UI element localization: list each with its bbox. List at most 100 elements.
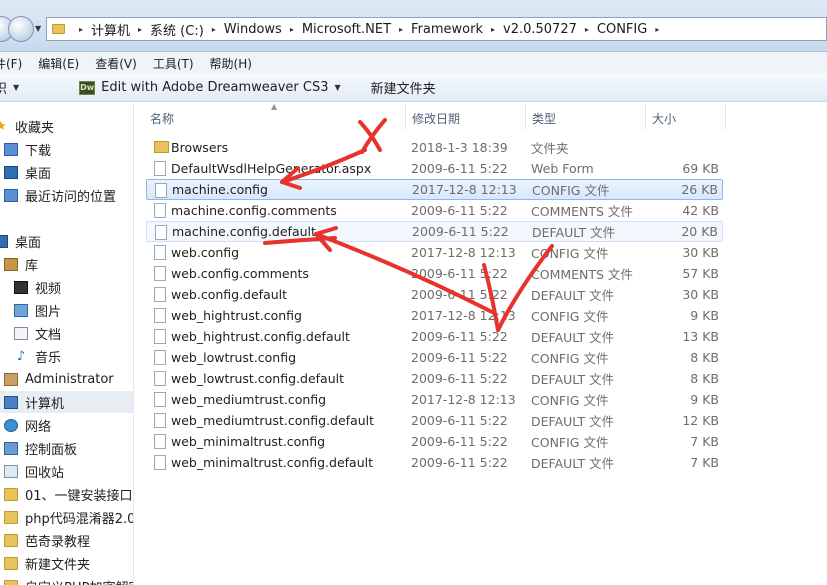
video-icon (14, 280, 28, 294)
file-row[interactable]: Browsers 2018-1-3 18:39 文件夹 (146, 137, 723, 158)
breadcrumb-item[interactable]: 计算机 (91, 20, 130, 39)
column-type-header[interactable]: 类型 (532, 110, 556, 127)
sidebar-item[interactable]: 下载 (0, 138, 133, 160)
file-row[interactable]: web_minimaltrust.config.default 2009-6-11… (146, 452, 723, 473)
breadcrumb-chevron-icon[interactable]: ▸ (585, 25, 589, 34)
navigation-pane: ★收藏夹下载桌面最近访问的位置桌面库视频图片文档♪音乐Administrator… (0, 102, 134, 585)
sidebar-item[interactable]: 回收站 (0, 460, 133, 482)
file-type: DEFAULT 文件 (532, 225, 616, 240)
file-name: web.config.comments (171, 266, 309, 281)
file-type: DEFAULT 文件 (531, 414, 615, 429)
file-name: machine.config.default (172, 224, 316, 239)
edit-with-dreamweaver-button[interactable]: Dw Edit with Adobe Dreamweaver CS3 ▼ (19, 80, 341, 95)
breadcrumb-chevron-icon[interactable]: ▸ (491, 25, 495, 34)
sidebar-item[interactable]: 控制面板 (0, 437, 133, 459)
menu-help[interactable]: 帮助(H) (202, 55, 260, 72)
column-divider[interactable] (525, 104, 526, 130)
file-name: web_mediumtrust.config.default (171, 413, 375, 428)
sidebar-item-label: 01、一键安装接口 (25, 488, 133, 504)
file-row[interactable]: web_mediumtrust.config.default 2009-6-11 … (146, 410, 723, 431)
file-list: Browsers 2018-1-3 18:39 文件夹 DefaultWsdlHelp… (134, 137, 827, 477)
breadcrumb-chevron-icon[interactable]: ▸ (212, 25, 216, 34)
new-folder-button[interactable]: 新建文件夹 (371, 78, 436, 97)
sidebar-item[interactable]: 计算机 (0, 391, 133, 413)
sidebar-item[interactable]: 最近访问的位置 (0, 184, 133, 206)
file-name: machine.config (172, 182, 268, 197)
sidebar-item[interactable]: ★ 收藏夹 (0, 115, 133, 137)
organize-button[interactable]: 织 ▼ (0, 78, 19, 97)
file-row[interactable]: machine.config 2017-12-8 12:13 CONFIG 文件 26… (146, 179, 723, 200)
file-type: CONFIG 文件 (531, 246, 609, 261)
file-row[interactable]: web.config.comments 2009-6-11 5:22 COMMENT… (146, 263, 723, 284)
breadcrumb-item[interactable]: Framework (411, 22, 483, 37)
sidebar-item-label: 网络 (25, 419, 52, 435)
computer-icon (4, 395, 18, 409)
sidebar-item[interactable]: 01、一键安装接口 (0, 483, 133, 505)
column-name-header[interactable]: 名称 (150, 110, 174, 127)
breadcrumb-item[interactable]: CONFIG (597, 22, 647, 37)
file-name: web_lowtrust.config (171, 350, 297, 365)
file-icon (154, 329, 166, 344)
sidebar-item[interactable]: 桌面 (0, 230, 133, 252)
file-size: 26 KB (681, 182, 718, 197)
organize-label: 织 (0, 82, 8, 97)
sidebar-item[interactable]: 文档 (0, 322, 133, 344)
file-row[interactable]: machine.config.default 2009-6-11 5:22 DEFA… (146, 221, 723, 242)
file-row[interactable]: web_lowtrust.config.default 2009-6-11 5:2… (146, 368, 723, 389)
sidebar-item[interactable]: 图片 (0, 299, 133, 321)
address-input[interactable]: ▸ 计算机 ▸ 系统 (C:) ▸ Windows ▸ Microsoft.NET ▸ Frame… (46, 17, 827, 41)
file-type: CONFIG 文件 (531, 351, 609, 366)
recent-pages-chevron-icon[interactable]: ▼ (35, 24, 41, 33)
column-date-header[interactable]: 修改日期 (412, 110, 460, 127)
breadcrumb-item[interactable]: v2.0.50727 (503, 22, 577, 37)
breadcrumb-chevron-icon[interactable]: ▸ (655, 25, 659, 34)
file-row[interactable]: web.config.default 2009-6-11 5:22 DEFAULT … (146, 284, 723, 305)
file-date: 2018-1-3 18:39 (411, 140, 508, 155)
sidebar-item[interactable]: 网络 (0, 414, 133, 436)
breadcrumb-chevron-icon[interactable]: ▸ (399, 25, 403, 34)
breadcrumb-chevron-icon[interactable]: ▸ (290, 25, 294, 34)
file-date: 2009-6-11 5:22 (411, 287, 508, 302)
file-type: CONFIG 文件 (532, 183, 610, 198)
breadcrumb-item[interactable]: 系统 (C:) (150, 20, 204, 39)
breadcrumb: ▸ 计算机 ▸ 系统 (C:) ▸ Windows ▸ Microsoft.NET ▸ Frame… (71, 20, 667, 39)
file-size: 30 KB (682, 245, 719, 260)
column-divider[interactable] (645, 104, 646, 130)
sidebar-item[interactable]: 库 (0, 253, 133, 275)
network-icon (4, 418, 18, 432)
breadcrumb-chevron-icon[interactable]: ▸ (138, 25, 142, 34)
column-divider[interactable] (725, 104, 726, 130)
command-bar: 织 ▼ Dw Edit with Adobe Dreamweaver CS3 ▼… (0, 74, 827, 102)
breadcrumb-item[interactable]: Microsoft.NET (302, 22, 391, 37)
file-row[interactable]: web_hightrust.config 2017-12-8 12:13 CONFI… (146, 305, 723, 326)
file-icon (154, 287, 166, 302)
file-row[interactable]: DefaultWsdlHelpGenerator.aspx 2009-6-11 5… (146, 158, 723, 179)
menu-tools[interactable]: 工具(T) (145, 55, 202, 72)
column-divider[interactable] (405, 104, 406, 130)
file-row[interactable]: web.config 2017-12-8 12:13 CONFIG 文件 30 KB (146, 242, 723, 263)
sidebar-item-label: 回收站 (25, 465, 65, 481)
file-row[interactable]: web_mediumtrust.config 2017-12-8 12:13 CON… (146, 389, 723, 410)
file-name: web_minimaltrust.config.default (171, 455, 374, 470)
file-row[interactable]: web_lowtrust.config 2009-6-11 5:22 CONFIG … (146, 347, 723, 368)
file-row[interactable]: web_hightrust.config.default 2009-6-11 5:… (146, 326, 723, 347)
sidebar-item[interactable]: 视频 (0, 276, 133, 298)
forward-button[interactable] (8, 16, 34, 42)
sidebar-item[interactable]: 桌面 (0, 161, 133, 183)
menu-edit[interactable]: 编辑(E) (30, 55, 87, 72)
column-size-header[interactable]: 大小 (652, 110, 676, 127)
sidebar-item[interactable]: ♪ 音乐 (0, 345, 133, 367)
sidebar-item[interactable]: 芭奇录教程 (0, 529, 133, 551)
file-size: 20 KB (681, 224, 718, 239)
file-row[interactable]: web_minimaltrust.config 2009-6-11 5:22 CON… (146, 431, 723, 452)
menu-view[interactable]: 查看(V) (87, 55, 145, 72)
sidebar-item[interactable]: 自定义PHP加密解密 (0, 575, 133, 585)
breadcrumb-item[interactable]: Windows (224, 22, 282, 37)
sidebar-item[interactable]: Administrator (0, 368, 133, 390)
file-row[interactable]: machine.config.comments 2009-6-11 5:22 COM… (146, 200, 723, 221)
menu-file[interactable]: 件(F) (0, 55, 30, 72)
sidebar-item[interactable]: 新建文件夹 (0, 552, 133, 574)
sidebar-item-label: 库 (25, 258, 39, 274)
sidebar-item[interactable]: php代码混淆器2.0.0 (0, 506, 133, 528)
breadcrumb-chevron-icon[interactable]: ▸ (79, 25, 83, 34)
